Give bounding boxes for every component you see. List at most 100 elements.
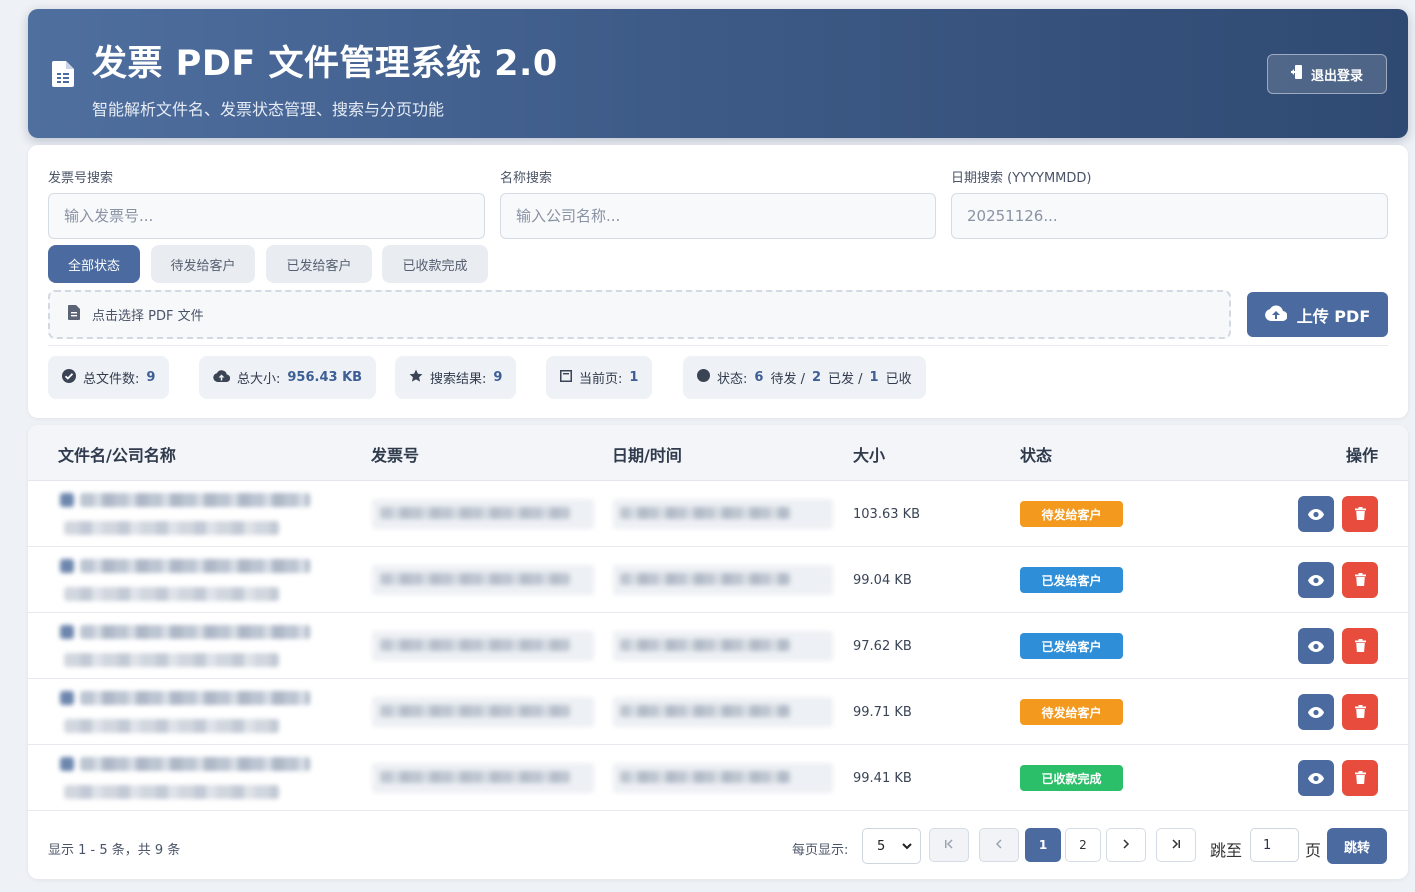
column-header-date: 日期/时间 <box>612 446 682 465</box>
redacted-date-text <box>620 573 790 585</box>
file-size: 99.71 KB <box>853 705 912 720</box>
name-search-input[interactable] <box>500 193 936 239</box>
pdf-file-icon <box>68 305 80 324</box>
file-table-card: 文件名/公司名称 发票号 日期/时间 大小 状态 操作 103.63 KB 待发… <box>28 425 1408 879</box>
stat-paid-text: 已收 <box>885 372 912 387</box>
file-icon <box>60 493 74 507</box>
trash-icon <box>1354 703 1366 722</box>
per-page-select[interactable]: 5 <box>862 828 921 864</box>
file-icon <box>60 691 74 705</box>
view-button[interactable] <box>1298 760 1334 796</box>
jump-button[interactable]: 跳转 <box>1327 828 1387 864</box>
jump-page-input[interactable]: 1 <box>1250 828 1299 862</box>
star-icon <box>409 369 423 387</box>
date-search-label: 日期搜索 (YYYYMMDD) <box>951 171 1092 186</box>
file-picker-label: 点击选择 PDF 文件 <box>92 309 204 324</box>
stat-current-page: 当前页: 1 <box>546 356 653 399</box>
view-button[interactable] <box>1298 562 1334 598</box>
file-document-icon <box>52 61 74 91</box>
stat-value: 9 <box>493 370 503 385</box>
filter-pending[interactable]: 待发给客户 <box>151 245 255 283</box>
redacted-invoice-text <box>380 771 570 783</box>
trash-icon <box>1354 769 1366 788</box>
stat-paid-count: 1 <box>869 370 879 385</box>
prev-page-button[interactable] <box>979 828 1019 862</box>
page-button-1[interactable]: 1 <box>1025 828 1061 862</box>
status-badge[interactable]: 待发给客户 <box>1020 501 1123 527</box>
view-button[interactable] <box>1298 496 1334 532</box>
status-badge[interactable]: 已收款完成 <box>1020 765 1123 791</box>
table-row: 103.63 KB 待发给客户 <box>28 481 1408 547</box>
invoice-search-label: 发票号搜索 <box>48 171 114 186</box>
table-row: 99.41 KB 已收款完成 <box>28 745 1408 811</box>
delete-button[interactable] <box>1342 496 1378 532</box>
app-header: 发票 PDF 文件管理系统 2.0 智能解析文件名、发票状态管理、搜索与分页功能… <box>28 9 1408 138</box>
column-header-status: 状态 <box>1020 446 1053 465</box>
page-button-2[interactable]: 2 <box>1065 828 1101 862</box>
file-size: 99.04 KB <box>853 573 912 588</box>
next-page-button[interactable] <box>1106 828 1146 862</box>
invoice-search-input[interactable] <box>48 193 485 239</box>
view-button[interactable] <box>1298 694 1334 730</box>
redacted-invoice-text <box>380 507 570 519</box>
view-button[interactable] <box>1298 628 1334 664</box>
stat-total-files: 总文件数: 9 <box>48 356 170 399</box>
status-badge[interactable]: 已发给客户 <box>1020 567 1123 593</box>
stat-value: 956.43 KB <box>287 370 363 385</box>
redacted-date-text <box>620 639 790 651</box>
column-header-actions: 操作 <box>1346 446 1379 465</box>
status-badge[interactable]: 待发给客户 <box>1020 699 1123 725</box>
stat-label: 总大小: <box>237 372 281 387</box>
redacted-date-text <box>620 705 790 717</box>
logout-icon <box>1290 65 1303 83</box>
stat-pending-text: 待发 / <box>770 372 805 387</box>
eye-icon <box>1308 703 1324 722</box>
page-subtitle: 智能解析文件名、发票状态管理、搜索与分页功能 <box>92 100 445 119</box>
last-page-button[interactable] <box>1156 828 1196 862</box>
stat-sent-count: 2 <box>811 370 821 385</box>
file-picker-zone[interactable]: 点击选择 PDF 文件 <box>48 290 1231 339</box>
delete-button[interactable] <box>1342 628 1378 664</box>
upload-pdf-button[interactable]: 上传 PDF <box>1247 292 1388 337</box>
stat-total-size: 总大小: 956.43 KB <box>199 356 377 399</box>
name-search-label: 名称搜索 <box>500 171 553 186</box>
file-icon <box>60 757 74 771</box>
cloud-icon <box>213 369 231 386</box>
redacted-company <box>64 785 279 799</box>
file-icon <box>60 559 74 573</box>
filter-paid[interactable]: 已收款完成 <box>382 245 488 283</box>
eye-icon <box>1308 571 1324 590</box>
file-size: 97.62 KB <box>853 639 912 654</box>
control-panel: 发票号搜索 名称搜索 日期搜索 (YYYYMMDD) 全部状态 待发给客户 已发… <box>28 145 1408 418</box>
redacted-company <box>64 653 279 667</box>
eye-icon <box>1308 637 1324 656</box>
status-badge[interactable]: 已发给客户 <box>1020 633 1123 659</box>
stat-label: 当前页: <box>579 372 623 387</box>
first-page-icon <box>944 838 954 852</box>
trash-icon <box>1354 505 1366 524</box>
stat-label: 总文件数: <box>83 372 140 387</box>
redacted-company <box>64 587 279 601</box>
check-circle-icon <box>62 368 76 387</box>
per-page-value: 5 <box>877 838 886 854</box>
trash-icon <box>1354 637 1366 656</box>
eye-icon <box>1308 769 1324 788</box>
stat-label: 搜索结果: <box>430 372 487 387</box>
filter-sent[interactable]: 已发给客户 <box>266 245 372 283</box>
redacted-company <box>64 719 279 733</box>
file-size: 99.41 KB <box>853 771 912 786</box>
delete-button[interactable] <box>1342 562 1378 598</box>
redacted-date-text <box>620 771 790 783</box>
date-search-input[interactable] <box>951 193 1388 239</box>
filter-all-status[interactable]: 全部状态 <box>48 245 140 283</box>
first-page-button[interactable] <box>929 828 969 862</box>
logout-button[interactable]: 退出登录 <box>1267 54 1387 94</box>
table-row: 99.04 KB 已发给客户 <box>28 547 1408 613</box>
per-page-label: 每页显示: <box>792 843 849 858</box>
page-icon <box>560 369 572 386</box>
eye-icon <box>1308 505 1324 524</box>
stat-pending-count: 6 <box>754 370 764 385</box>
delete-button[interactable] <box>1342 694 1378 730</box>
delete-button[interactable] <box>1342 760 1378 796</box>
stat-status-summary: 状态: 6 待发 / 2 已发 / 1 已收 <box>683 356 926 399</box>
